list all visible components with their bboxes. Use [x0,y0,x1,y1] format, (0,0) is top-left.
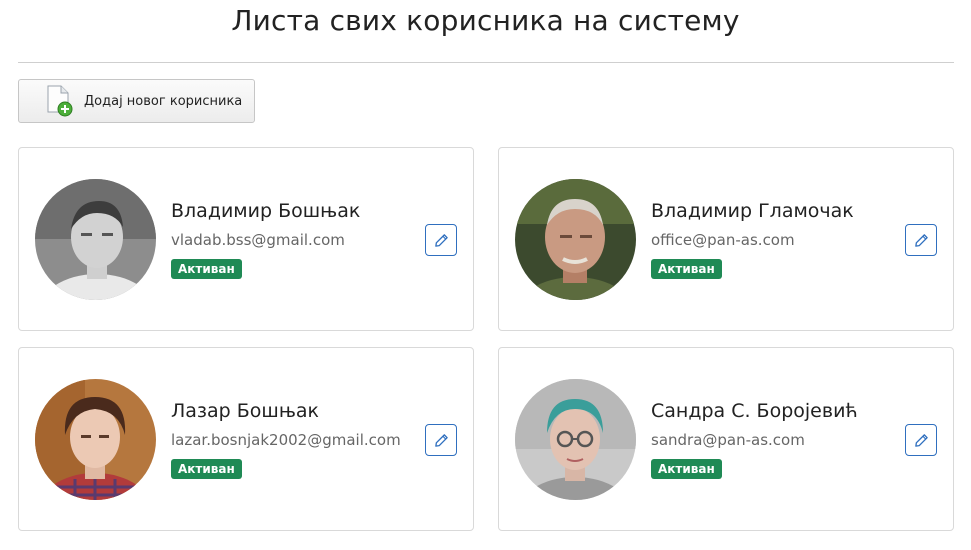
edit-user-button[interactable] [905,424,937,456]
pencil-icon [914,233,928,247]
title-divider [18,62,954,63]
status-badge: Активан [651,459,722,479]
user-name: Сандра С. Боројевић [651,400,858,422]
page-title: Листа свих корисника на систему [231,4,740,37]
avatar [515,379,636,500]
avatar [35,179,156,300]
avatar [35,379,156,500]
user-email: office@pan-as.com [651,231,795,249]
edit-user-button[interactable] [425,224,457,256]
user-email: sandra@pan-as.com [651,431,805,449]
avatar [515,179,636,300]
status-badge: Активан [171,259,242,279]
edit-user-button[interactable] [425,424,457,456]
add-user-button[interactable]: Додај новог корисника [18,79,255,123]
user-name: Лазар Бошњак [171,400,320,422]
user-card: Сандра С. Боројевић sandra@pan-as.com Ак… [498,347,954,531]
user-card: Владимир Бошњак vladab.bss@gmail.com Акт… [18,147,474,331]
user-email: vladab.bss@gmail.com [171,231,345,249]
status-badge: Активан [171,459,242,479]
user-name: Владимир Бошњак [171,200,361,222]
pencil-icon [914,433,928,447]
pencil-icon [434,233,448,247]
pencil-icon [434,433,448,447]
user-card: Владимир Гламочак office@pan-as.com Акти… [498,147,954,331]
user-name: Владимир Гламочак [651,200,854,222]
add-user-label: Додај новог корисника [84,93,243,109]
user-email: lazar.bosnjak2002@gmail.com [171,431,401,449]
edit-user-button[interactable] [905,224,937,256]
user-card: Лазар Бошњак lazar.bosnjak2002@gmail.com… [18,347,474,531]
file-add-icon [47,85,73,117]
status-badge: Активан [651,259,722,279]
